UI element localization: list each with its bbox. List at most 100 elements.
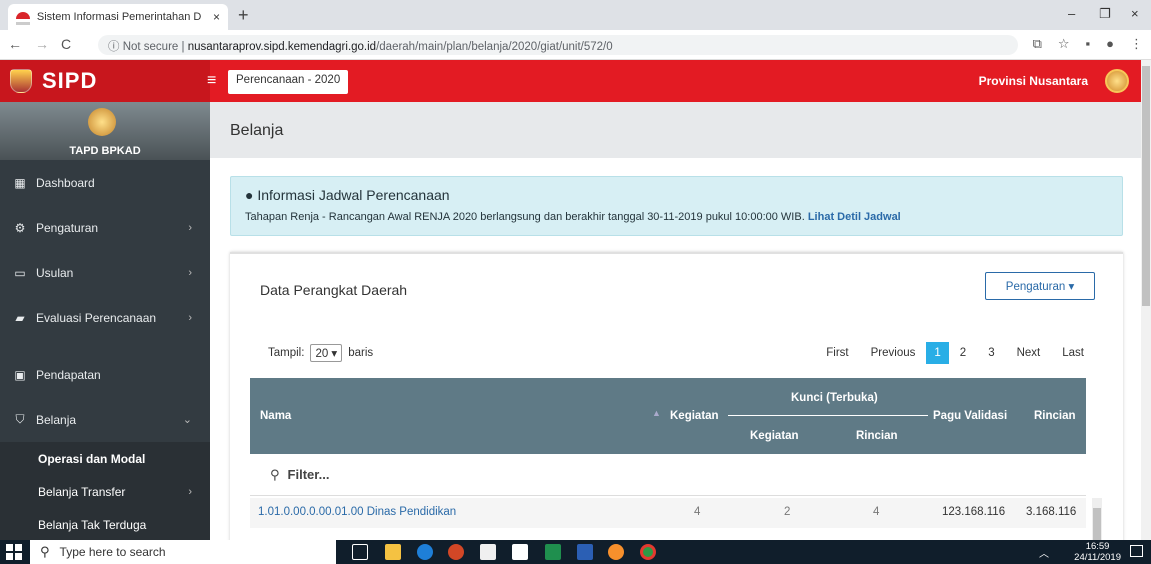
table-scrollbar[interactable]: [1092, 498, 1102, 540]
bookmark-star-icon[interactable]: ☆: [1058, 36, 1070, 52]
monitor-icon: ▭: [14, 265, 26, 280]
sidebar-item-usulan[interactable]: ▭ Usulan ›: [0, 250, 210, 295]
settings-dropdown-button[interactable]: Pengaturan ▾: [985, 272, 1095, 300]
sidebar-item-belanja[interactable]: ⛉ Belanja ⌄: [0, 397, 210, 442]
page-scrollbar[interactable]: [1141, 60, 1151, 540]
table-filter-input[interactable]: ⚲ Filter...: [250, 454, 1086, 496]
schedule-info-alert: ● Informasi Jadwal Perencanaan Tahapan R…: [230, 176, 1123, 236]
page-last-button[interactable]: Last: [1051, 342, 1095, 364]
rows-label: baris: [348, 347, 374, 359]
sidebar-item-label: Pendapatan: [36, 367, 101, 382]
column-header-kegiatan[interactable]: Kegiatan: [670, 410, 719, 422]
file-explorer-icon[interactable]: [385, 544, 401, 560]
page-previous-button[interactable]: Previous: [860, 342, 927, 364]
chevron-right-icon: ›: [188, 485, 192, 498]
sidebar-item-label: Dashboard: [36, 175, 95, 190]
task-view-icon[interactable]: [352, 544, 368, 560]
sidebar: TAPD BPKAD ▦ Dashboard ⚙ Pengaturan › ▭ …: [0, 102, 210, 540]
data-panel: Data Perangkat Daerah Pengaturan ▾ Tampi…: [230, 252, 1123, 540]
security-indicator[interactable]: ⓘ Not secure: [108, 41, 178, 53]
back-button[interactable]: ←: [8, 36, 22, 52]
table-row[interactable]: 1.01.0.00.0.00.01.00 Dinas Pendidikan 4 …: [250, 498, 1086, 528]
windows-start-icon[interactable]: [6, 544, 22, 560]
info-text: Tahapan Renja - Rancangan Awal RENJA 202…: [245, 211, 1108, 223]
search-icon: ⚲: [40, 544, 50, 559]
cell-rincian: 3.168.116: [1026, 506, 1077, 518]
reload-button[interactable]: C: [61, 36, 71, 52]
new-tab-button[interactable]: +: [238, 5, 249, 26]
mail-icon[interactable]: [512, 544, 528, 560]
plan-year-button[interactable]: Perencanaan - 2020: [228, 70, 349, 94]
pagination: First Previous 1 2 3 Next Last: [815, 342, 1095, 364]
powerpoint-icon[interactable]: [448, 544, 464, 560]
sidebar-sub-belanja-transfer[interactable]: Belanja Transfer ›: [0, 475, 210, 508]
emblem-logo-icon: [10, 69, 32, 93]
firefox-icon[interactable]: [608, 544, 624, 560]
profile-icon[interactable]: ●: [1106, 36, 1114, 52]
sidebar-item-pendapatan[interactable]: ▣ Pendapatan: [0, 352, 210, 397]
page-next-button[interactable]: Next: [1006, 342, 1052, 364]
url-host: nusantaraprov.sipd.kemendagri.go.id: [187, 41, 377, 53]
clock-date: 24/11/2019: [1074, 552, 1121, 563]
clock-time: 16:59: [1085, 541, 1110, 552]
info-title: Informasi Jadwal Perencanaan: [257, 187, 450, 203]
edge-browser-icon[interactable]: [417, 544, 433, 560]
sort-up-icon[interactable]: ▲: [652, 408, 661, 418]
column-header-kunci-rincian[interactable]: Rincian: [856, 430, 898, 442]
hamburger-menu-icon[interactable]: ≡: [207, 72, 216, 90]
tab-title: Sistem Informasi Pemerintahan D: [36, 11, 202, 23]
sidebar-sub-label: Belanja Tak Terduga: [38, 517, 147, 532]
url-field[interactable]: ⓘ Not secure | nusantaraprov.sipd.kemend…: [98, 35, 1018, 55]
tab-close-icon[interactable]: ×: [213, 10, 220, 24]
browser-tab[interactable]: Sistem Informasi Pemerintahan D ×: [8, 4, 228, 30]
page-3-button[interactable]: 3: [977, 342, 1005, 364]
close-window-button[interactable]: ×: [1131, 6, 1139, 21]
province-label[interactable]: Provinsi Nusantara: [979, 74, 1088, 88]
store-icon[interactable]: [480, 544, 496, 560]
panel-title: Data Perangkat Daerah: [260, 282, 408, 298]
address-bar: ← → C ⓘ Not secure | nusantaraprov.sipd.…: [0, 30, 1151, 60]
notification-icon[interactable]: [1130, 545, 1143, 557]
chrome-icon[interactable]: [640, 544, 656, 560]
user-avatar[interactable]: [1105, 69, 1129, 93]
sidebar-sub-operasi-modal[interactable]: Operasi dan Modal: [0, 442, 210, 475]
column-header-nama[interactable]: Nama: [260, 410, 291, 422]
app-logo-text: SIPD: [42, 68, 98, 93]
taskbar-clock[interactable]: 16:59 24/11/2019: [1074, 541, 1121, 563]
sidebar-item-evaluasi[interactable]: ▰ Evaluasi Perencanaan ›: [0, 295, 210, 340]
dashboard-icon: ▦: [14, 175, 26, 190]
sidebar-item-label: Evaluasi Perencanaan: [36, 310, 157, 325]
restore-button[interactable]: ❐: [1099, 6, 1111, 22]
sidebar-item-dashboard[interactable]: ▦ Dashboard: [0, 160, 210, 205]
browser-menu-icon[interactable]: ⋮: [1130, 36, 1143, 52]
page-1-button[interactable]: 1: [926, 342, 949, 364]
forward-button[interactable]: →: [35, 36, 49, 52]
taskbar-search-input[interactable]: ⚲ Type here to search: [30, 540, 336, 564]
logo-area[interactable]: SIPD: [0, 60, 210, 102]
chevron-down-icon: ⌄: [182, 414, 192, 426]
page-2-button[interactable]: 2: [949, 342, 977, 364]
url-path: /daerah/main/plan/belanja/2020/giat/unit…: [376, 41, 613, 53]
main-content: Belanja ● Informasi Jadwal Perencanaan T…: [210, 102, 1141, 540]
app-header: SIPD ≡ Perencanaan - 2020 Provinsi Nusan…: [0, 60, 1151, 102]
schedule-detail-link[interactable]: Lihat Detil Jadwal: [808, 211, 901, 223]
chevron-right-icon: ›: [188, 221, 192, 234]
extension-icon[interactable]: ▪: [1086, 36, 1091, 52]
translate-icon[interactable]: ⧉: [1033, 36, 1042, 52]
minimize-button[interactable]: –: [1068, 6, 1075, 21]
cell-nama[interactable]: 1.01.0.00.0.00.01.00 Dinas Pendidikan: [258, 506, 456, 518]
page-title: Belanja: [210, 102, 1141, 158]
sidebar-sub-belanja-tak-terduga[interactable]: Belanja Tak Terduga: [0, 508, 210, 540]
tray-chevron-up-icon[interactable]: ︿: [1039, 545, 1049, 560]
sidebar-item-label: Belanja: [36, 412, 77, 427]
profile-avatar: [88, 108, 116, 136]
page-size-select[interactable]: 20 ▾: [310, 344, 343, 362]
word-icon[interactable]: [577, 544, 593, 560]
column-header-kunci-kegiatan[interactable]: Kegiatan: [750, 430, 799, 442]
sidebar-item-pengaturan[interactable]: ⚙ Pengaturan ›: [0, 205, 210, 250]
excel-icon[interactable]: [545, 544, 561, 560]
chevron-right-icon: ›: [188, 266, 192, 279]
column-header-pagu[interactable]: Pagu Validasi: [933, 410, 1007, 422]
column-header-rincian[interactable]: Rincian: [1034, 410, 1076, 422]
page-first-button[interactable]: First: [815, 342, 859, 364]
